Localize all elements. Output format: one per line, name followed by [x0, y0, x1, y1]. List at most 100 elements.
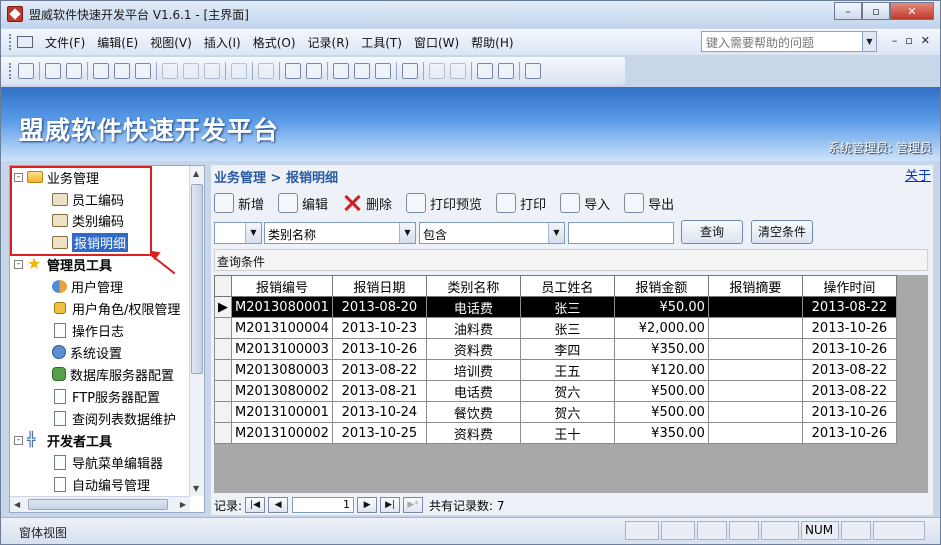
clear-conditions-button[interactable]: 清空条件	[751, 220, 813, 244]
table-cell[interactable]: 电话费	[425, 296, 521, 318]
menu-edit[interactable]: 编辑(E)	[97, 34, 138, 51]
chevron-down-icon[interactable]: ▼	[862, 32, 876, 51]
maximize-button[interactable]: ▫	[862, 2, 890, 20]
tree-item-auto-numbering[interactable]: 自动编号管理	[52, 474, 150, 494]
table-cell[interactable]: M2013100004	[231, 317, 333, 339]
table-cell[interactable]: ¥350.00	[613, 422, 709, 444]
filter-by-selection-icon[interactable]	[333, 63, 349, 79]
scroll-up-icon[interactable]: ▲	[193, 169, 199, 178]
tree-item-developer-tools[interactable]: - ╬ 开发者工具	[14, 430, 112, 450]
column-header[interactable]: 类别名称	[425, 275, 521, 297]
table-cell[interactable]: 资料费	[425, 338, 521, 360]
table-row[interactable]: M2013080002 2013-08-21 电话费 贺六 ¥500.00 20…	[214, 380, 897, 402]
design-view-icon[interactable]	[18, 63, 34, 79]
tree-item-operation-log[interactable]: 操作日志	[52, 320, 124, 340]
current-record-icon[interactable]: ▶	[214, 296, 232, 318]
operator-select[interactable]: 包含 ▼	[419, 222, 565, 244]
save-icon[interactable]	[45, 63, 61, 79]
mdi-close-button[interactable]: ✕	[921, 34, 930, 47]
row-selector[interactable]	[214, 380, 232, 402]
table-cell[interactable]: M2013100002	[231, 422, 333, 444]
row-selector-header[interactable]	[214, 275, 232, 297]
print-preview-icon[interactable]	[114, 63, 130, 79]
table-cell[interactable]: 贺六	[519, 380, 615, 402]
table-cell[interactable]: 餐饮费	[425, 401, 521, 423]
table-row[interactable]: ▶ M2013080001 2013-08-20 电话费 张三 ¥50.00 2…	[214, 296, 897, 318]
scroll-down-icon[interactable]: ▼	[193, 484, 199, 493]
table-cell[interactable]: M2013080001	[231, 296, 333, 318]
tree-item-user-management[interactable]: 用户管理	[52, 276, 123, 296]
table-cell[interactable]: ¥500.00	[613, 401, 709, 423]
toolbar-grip-icon[interactable]	[9, 34, 13, 50]
spelling-icon[interactable]	[135, 63, 151, 79]
filter-by-form-icon[interactable]	[354, 63, 370, 79]
table-cell[interactable]	[707, 380, 803, 402]
new-record-nav-icon[interactable]: ▶*	[403, 497, 424, 513]
row-selector[interactable]	[214, 422, 232, 444]
edit-button[interactable]: 编辑	[278, 191, 328, 215]
collapse-icon[interactable]: -	[14, 259, 23, 269]
table-cell[interactable]: M2013080003	[231, 359, 333, 381]
last-record-icon[interactable]: ▶|	[380, 497, 401, 513]
table-cell[interactable]: 2013-08-22	[331, 359, 427, 381]
menu-records[interactable]: 记录(R)	[308, 34, 350, 51]
find-icon[interactable]	[402, 63, 418, 79]
toolbar-grip-icon[interactable]	[9, 63, 13, 79]
sort-ascending-icon[interactable]	[285, 63, 301, 79]
table-row[interactable]: M2013100004 2013-10-23 油料费 张三 ¥2,000.00 …	[214, 317, 897, 339]
tree-item-ftp-config[interactable]: FTP服务器配置	[52, 386, 160, 406]
chevron-down-icon[interactable]: ▼	[399, 223, 415, 243]
table-cell[interactable]: 培训费	[425, 359, 521, 381]
table-row[interactable]: M2013100002 2013-10-25 资料费 王十 ¥350.00 20…	[214, 422, 897, 444]
table-cell[interactable]: M2013080002	[231, 380, 333, 402]
add-button[interactable]: 新增	[214, 191, 264, 215]
logic-select[interactable]: ▼	[214, 222, 262, 244]
table-cell[interactable]: 2013-10-26	[331, 338, 427, 360]
database-window-icon[interactable]	[477, 63, 493, 79]
tree-item-employee-code[interactable]: 员工编码	[52, 189, 124, 209]
delete-button[interactable]: 删除	[342, 191, 392, 215]
scroll-thumb[interactable]	[28, 499, 168, 510]
tree-vertical-scrollbar[interactable]: ▲ ▼	[189, 166, 204, 496]
table-row[interactable]: M2013100001 2013-10-24 餐饮费 贺六 ¥500.00 20…	[214, 401, 897, 423]
table-cell[interactable]: 2013-08-22	[801, 359, 897, 381]
column-header[interactable]: 报销编号	[231, 275, 333, 297]
tree-item-category-code[interactable]: 类别编码	[52, 210, 124, 230]
file-search-icon[interactable]	[66, 63, 82, 79]
menu-format[interactable]: 格式(O)	[253, 34, 296, 51]
cut-icon[interactable]	[162, 63, 178, 79]
table-cell[interactable]: 2013-10-25	[331, 422, 427, 444]
table-cell[interactable]: M2013100003	[231, 338, 333, 360]
chevron-down-icon[interactable]: ▼	[245, 223, 261, 243]
table-cell[interactable]: 王五	[519, 359, 615, 381]
tree-item-system-settings[interactable]: 系统设置	[52, 342, 122, 362]
table-cell[interactable]	[707, 401, 803, 423]
collapse-icon[interactable]: -	[14, 435, 23, 445]
table-row[interactable]: M2013080003 2013-08-22 培训费 王五 ¥120.00 20…	[214, 359, 897, 381]
column-header[interactable]: 操作时间	[801, 275, 897, 297]
collapse-icon[interactable]: -	[14, 172, 23, 182]
help-icon[interactable]	[525, 63, 541, 79]
table-cell[interactable]: 2013-10-23	[331, 317, 427, 339]
menu-view[interactable]: 视图(V)	[150, 34, 192, 51]
table-cell[interactable]: 2013-10-26	[801, 317, 897, 339]
table-cell[interactable]: 油料费	[425, 317, 521, 339]
table-cell[interactable]: 2013-08-21	[331, 380, 427, 402]
window-menu-icon[interactable]	[17, 36, 33, 48]
help-search-input[interactable]: 键入需要帮助的问题 ▼	[701, 31, 877, 52]
first-record-icon[interactable]: |◀	[245, 497, 266, 513]
undo-icon[interactable]	[231, 63, 247, 79]
close-button[interactable]: ✕	[890, 2, 934, 20]
menu-insert[interactable]: 插入(I)	[204, 34, 241, 51]
export-button[interactable]: 导出	[624, 191, 674, 215]
table-cell[interactable]: 李四	[519, 338, 615, 360]
query-button[interactable]: 查询	[681, 220, 743, 244]
tree-item-lookup-data[interactable]: 查阅列表数据维护	[52, 408, 176, 428]
about-link[interactable]: 关于	[905, 165, 931, 184]
print-icon[interactable]	[93, 63, 109, 79]
table-cell[interactable]: 2013-10-26	[801, 422, 897, 444]
column-header[interactable]: 员工姓名	[519, 275, 615, 297]
table-cell[interactable]: 电话费	[425, 380, 521, 402]
table-cell[interactable]: 资料费	[425, 422, 521, 444]
import-button[interactable]: 导入	[560, 191, 610, 215]
